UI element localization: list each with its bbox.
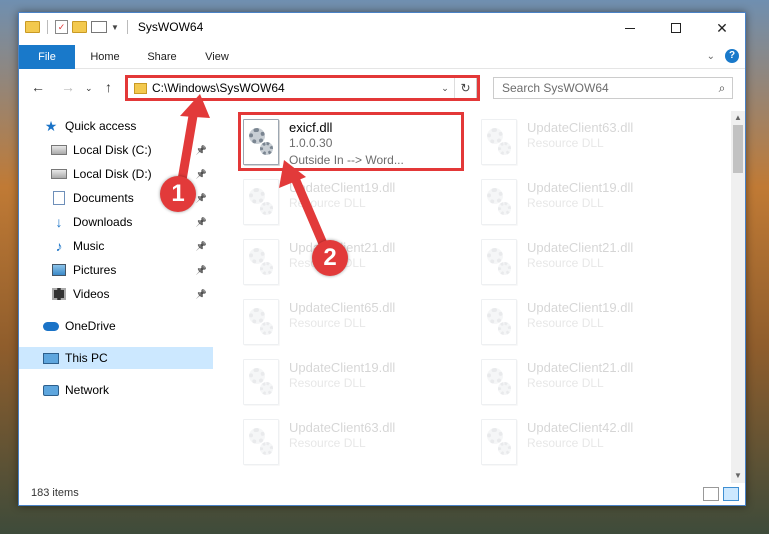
step-2-badge: 2: [312, 240, 348, 276]
arrow-1-shaft: [177, 105, 199, 185]
annotation-arrows: [177, 94, 329, 251]
step-1-badge: 1: [160, 176, 196, 212]
arrow-1-head: [180, 94, 210, 118]
arrow-2-shaft: [289, 171, 329, 251]
